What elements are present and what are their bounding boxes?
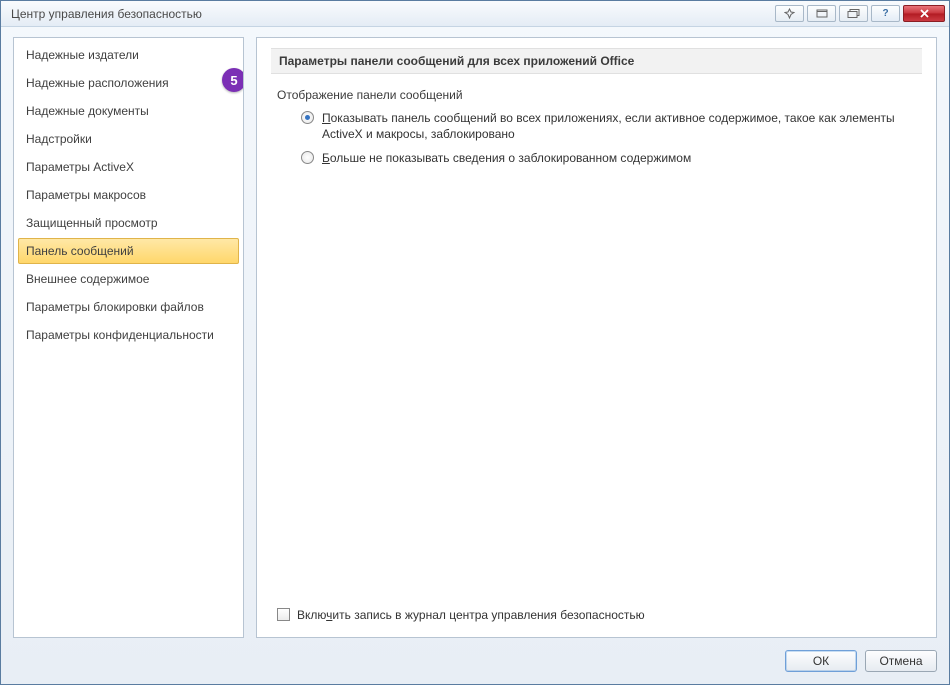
sidebar-item-addins[interactable]: Надстройки [18, 126, 239, 152]
sidebar-item-label: Параметры конфиденциальности [26, 328, 214, 342]
close-button[interactable] [903, 5, 945, 22]
restore2-button[interactable] [839, 5, 868, 22]
step-number: 5 [230, 73, 237, 88]
cancel-button[interactable]: Отмена [865, 650, 937, 672]
group-label: Отображение панели сообщений [277, 88, 922, 102]
sidebar-item-label: Надежные издатели [26, 48, 139, 62]
sidebar-item-label: Надстройки [26, 132, 92, 146]
sidebar-item-protected-view[interactable]: Защищенный просмотр [18, 210, 239, 236]
sidebar-item-label: Панель сообщений [26, 244, 134, 258]
sidebar-item-macros[interactable]: Параметры макросов [18, 182, 239, 208]
sidebar-item-label: Надежные документы [26, 104, 149, 118]
radio-option-show-message-bar[interactable]: Показывать панель сообщений во всех прил… [301, 110, 922, 142]
enable-logging-row[interactable]: Включить запись в журнал центра управлен… [277, 607, 922, 623]
sidebar-item-external-content[interactable]: Внешнее содержимое [18, 266, 239, 292]
radio-label: Больше не показывать сведения о заблокир… [322, 150, 691, 166]
sidebar-item-file-block[interactable]: Параметры блокировки файлов [18, 294, 239, 320]
pin-button[interactable] [775, 5, 804, 22]
section-header: Параметры панели сообщений для всех прил… [271, 48, 922, 74]
sidebar-item-privacy[interactable]: Параметры конфиденциальности [18, 322, 239, 348]
sidebar-item-message-bar[interactable]: Панель сообщений [18, 238, 239, 264]
ok-button[interactable]: ОК [785, 650, 857, 672]
restore1-button[interactable] [807, 5, 836, 22]
window-title: Центр управления безопасностью [11, 7, 775, 21]
trust-center-window: Центр управления безопасностью ? Надежны… [0, 0, 950, 685]
titlebar-buttons: ? [775, 5, 945, 22]
dialog-footer: ОК Отмена [13, 638, 937, 672]
help-icon: ? [882, 8, 888, 19]
sidebar-item-trusted-documents[interactable]: Надежные документы [18, 98, 239, 124]
content-pane: Параметры панели сообщений для всех прил… [256, 37, 937, 638]
sidebar-item-activex[interactable]: Параметры ActiveX [18, 154, 239, 180]
step-annotation-badge: 5 [222, 68, 244, 92]
sidebar: Надежные издатели Надежные расположения … [13, 37, 244, 638]
help-button[interactable]: ? [871, 5, 900, 22]
radio-option-never-show[interactable]: Больше не показывать сведения о заблокир… [301, 150, 922, 166]
radio-icon [301, 111, 314, 124]
checkbox-icon [277, 608, 290, 621]
sidebar-item-trusted-publishers[interactable]: Надежные издатели [18, 42, 239, 68]
titlebar: Центр управления безопасностью ? [1, 1, 949, 27]
sidebar-item-trusted-locations[interactable]: Надежные расположения [18, 70, 239, 96]
close-icon [919, 9, 930, 18]
radio-label: Показывать панель сообщений во всех прил… [322, 110, 922, 142]
button-label: ОК [813, 654, 829, 668]
sidebar-item-label: Защищенный просмотр [26, 216, 158, 230]
checkbox-label: Включить запись в журнал центра управлен… [297, 607, 645, 623]
sidebar-item-label: Параметры ActiveX [26, 160, 134, 174]
sidebar-item-label: Надежные расположения [26, 76, 169, 90]
sidebar-item-label: Внешнее содержимое [26, 272, 149, 286]
radio-icon [301, 151, 314, 164]
panes: Надежные издатели Надежные расположения … [13, 37, 937, 638]
sidebar-item-label: Параметры макросов [26, 188, 146, 202]
sidebar-item-label: Параметры блокировки файлов [26, 300, 204, 314]
dialog-body: Надежные издатели Надежные расположения … [1, 27, 949, 684]
button-label: Отмена [879, 654, 922, 668]
